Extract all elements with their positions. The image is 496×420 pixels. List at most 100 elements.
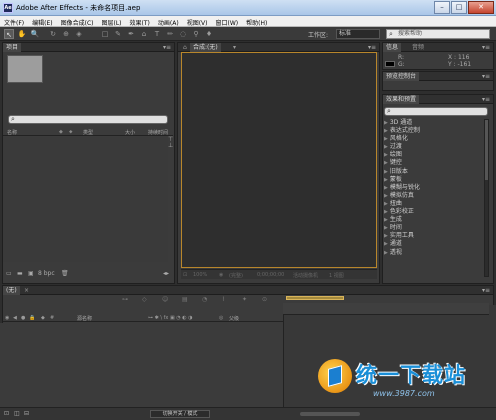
- flowchart-icon[interactable]: ⊤ ⊥: [168, 137, 174, 149]
- rectangle-tool-icon[interactable]: □: [100, 29, 110, 39]
- time-ruler[interactable]: [283, 303, 489, 315]
- menu-file[interactable]: 文件(F): [0, 16, 28, 27]
- effect-category[interactable]: ▶ 扭曲: [384, 200, 480, 208]
- new-folder-icon[interactable]: ▬: [17, 270, 23, 277]
- graph-editor-icon[interactable]: ⌇: [222, 296, 225, 303]
- frame-blend-icon[interactable]: ▤: [182, 296, 188, 303]
- bpc-label[interactable]: 8 bpc: [38, 270, 55, 277]
- toggle-modes-icon[interactable]: ◫: [14, 410, 20, 417]
- brush-tool-icon[interactable]: ✏: [165, 29, 175, 39]
- toggle-switches-modes-button[interactable]: 切换开关 / 模式: [150, 410, 210, 418]
- snapshot-icon[interactable]: ◉: [219, 272, 223, 278]
- shy-icon[interactable]: ☺: [162, 296, 168, 303]
- zoom-tool-icon[interactable]: 🔍: [30, 29, 40, 39]
- column-parent[interactable]: 父级: [229, 315, 239, 322]
- project-search-input[interactable]: ⌕: [8, 115, 168, 124]
- new-composition-icon[interactable]: ▣: [28, 270, 34, 277]
- menu-window[interactable]: 窗口(W): [211, 16, 242, 27]
- effect-category[interactable]: ▶ 键控: [384, 159, 480, 167]
- zoom-slider[interactable]: [300, 412, 360, 416]
- column-duration[interactable]: 持续时间: [148, 129, 168, 136]
- brainstorm-icon[interactable]: ✦: [242, 296, 247, 303]
- help-search-input[interactable]: ⌕ 搜索帮助: [386, 29, 490, 39]
- text-tool-icon[interactable]: T: [152, 29, 162, 39]
- tab-dropdown-icon[interactable]: ▾: [230, 43, 239, 52]
- panel-menu-icon[interactable]: ▾≡: [482, 286, 490, 295]
- column-size[interactable]: 大小: [125, 129, 135, 136]
- pen-tool-icon[interactable]: ✎: [113, 29, 123, 39]
- effect-category[interactable]: ▶ 模糊与锐化: [384, 184, 480, 192]
- eraser-tool-icon[interactable]: ⚲: [191, 29, 201, 39]
- toggle-inout-icon[interactable]: ⊟: [24, 410, 29, 417]
- interpret-footage-icon[interactable]: ▭: [6, 270, 12, 277]
- effect-category[interactable]: ▶ 旧版本: [384, 168, 480, 176]
- effect-category[interactable]: ▶ 通道: [384, 240, 480, 248]
- tab-project[interactable]: 项目: [3, 43, 22, 52]
- menu-effect[interactable]: 效果(T): [126, 16, 154, 27]
- camera-tool-icon[interactable]: ⊕: [61, 29, 71, 39]
- effects-scrollbar[interactable]: [484, 119, 489, 277]
- scrollbar-thumb[interactable]: [485, 120, 488, 180]
- column-name[interactable]: 名称: [7, 129, 17, 136]
- live-update-icon[interactable]: ⊙: [262, 296, 267, 303]
- effect-category[interactable]: ▶ 模拟仿真: [384, 192, 480, 200]
- menu-edit[interactable]: 编辑(E): [28, 16, 56, 27]
- tab-composition[interactable]: 合成:(无): [190, 43, 221, 52]
- workspace-select[interactable]: 标准: [336, 29, 380, 39]
- panel-menu-icon[interactable]: ▾≡: [368, 43, 376, 52]
- active-camera-select[interactable]: 活动摄像机: [293, 272, 318, 279]
- panel-menu-icon[interactable]: ▾≡: [482, 43, 490, 52]
- maximize-button[interactable]: □: [451, 1, 467, 14]
- puppet-tool-icon[interactable]: ♦: [204, 29, 214, 39]
- panel-menu-icon[interactable]: ▾≡: [482, 95, 490, 104]
- viewer-option-icon[interactable]: ⊡: [183, 272, 187, 278]
- hand-tool-icon[interactable]: ✋: [17, 29, 27, 39]
- zoom-value[interactable]: 100%: [193, 272, 207, 278]
- menu-view[interactable]: 视图(V): [183, 16, 212, 27]
- anchor-tool-icon[interactable]: ⌂: [139, 29, 149, 39]
- work-area-bar[interactable]: [286, 296, 344, 300]
- effect-category[interactable]: ▶ 透视: [384, 249, 480, 257]
- project-items-list[interactable]: [3, 137, 168, 262]
- effect-category[interactable]: ▶ 蒙板: [384, 176, 480, 184]
- effect-category[interactable]: ▶ 3D 通道: [384, 119, 480, 127]
- menu-help[interactable]: 帮助(H): [242, 16, 271, 27]
- tab-effects-presets[interactable]: 效果和预置: [383, 95, 420, 104]
- rotate-tool-icon[interactable]: ↻: [48, 29, 58, 39]
- effect-category[interactable]: ▶ 色彩校正: [384, 208, 480, 216]
- panel-menu-icon[interactable]: ▾≡: [163, 43, 171, 52]
- motion-blur-icon[interactable]: ◔: [202, 296, 207, 303]
- panel-menu-icon[interactable]: ▾≡: [482, 72, 490, 81]
- video-toggle-icon[interactable]: ◉: [5, 315, 9, 321]
- scroll-right-icon[interactable]: ◂▸: [163, 270, 169, 277]
- timecode-value[interactable]: 0;00;00;00: [257, 272, 284, 278]
- composition-viewer[interactable]: [181, 52, 377, 268]
- resolution-select[interactable]: (完整): [229, 272, 243, 279]
- tab-info[interactable]: 信息: [383, 43, 402, 52]
- effect-category[interactable]: ▶ 表达式控制: [384, 127, 480, 135]
- minimize-button[interactable]: –: [434, 1, 450, 14]
- lock-icon[interactable]: ⌂: [180, 43, 190, 52]
- pen-add-tool-icon[interactable]: ✒: [126, 29, 136, 39]
- delete-icon[interactable]: 🗑: [61, 270, 69, 277]
- close-button[interactable]: ✕: [468, 1, 494, 14]
- tab-preview[interactable]: 预览控制台: [383, 72, 420, 81]
- tab-timeline[interactable]: (无): [3, 286, 20, 295]
- menu-layer[interactable]: 图层(L): [98, 16, 126, 27]
- effects-search-input[interactable]: ⌕: [384, 107, 488, 116]
- lock-toggle-icon[interactable]: 🔒: [29, 315, 35, 321]
- selection-tool-icon[interactable]: ↖: [4, 29, 14, 39]
- audio-toggle-icon[interactable]: ◀: [13, 315, 17, 321]
- draft-3d-icon[interactable]: ◇: [142, 296, 147, 303]
- column-type[interactable]: 类型: [83, 129, 93, 136]
- menu-composition[interactable]: 图像合成(C): [57, 16, 98, 27]
- timeline-layers-area[interactable]: [0, 323, 283, 407]
- views-select[interactable]: 1 视图: [329, 272, 344, 279]
- column-source-name[interactable]: 源名称: [77, 315, 92, 322]
- tab-audio[interactable]: 音频: [409, 43, 427, 52]
- close-tab-icon[interactable]: ×: [21, 286, 32, 295]
- clone-stamp-tool-icon[interactable]: ◌: [178, 29, 188, 39]
- effect-category[interactable]: ▶ 生成: [384, 216, 480, 224]
- comp-mini-flowchart-icon[interactable]: ⊶: [122, 296, 128, 303]
- toggle-switches-icon[interactable]: ⊡: [4, 410, 9, 417]
